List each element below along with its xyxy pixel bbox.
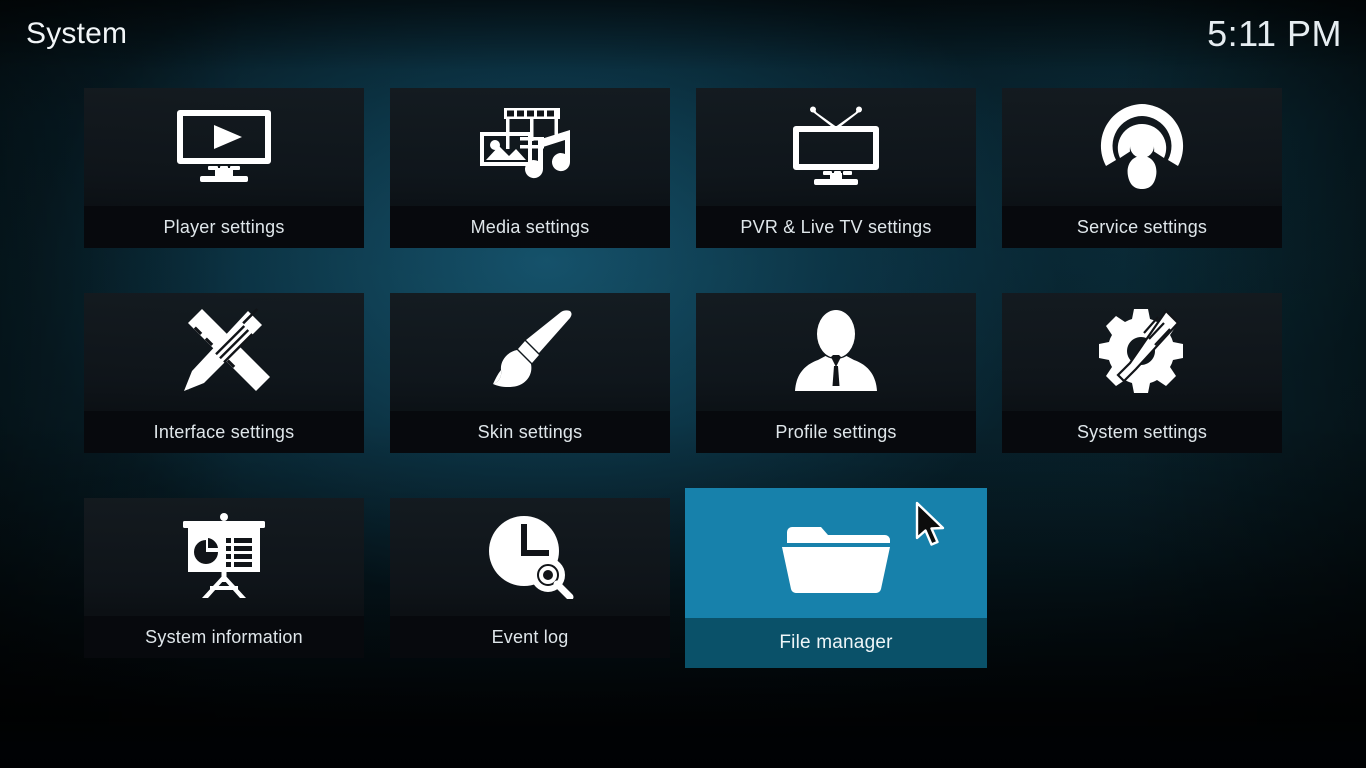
tile-label-wrap: Interface settings [84, 411, 364, 453]
person-bust-icon [696, 293, 976, 411]
tile-interface-settings[interactable]: Interface settings [84, 293, 364, 453]
tile-system-settings[interactable]: System settings [1002, 293, 1282, 453]
presentation-chart-icon [84, 498, 364, 616]
clock-label: 5:11 PM [1207, 13, 1342, 54]
broadcast-person-icon [1002, 88, 1282, 206]
bottom-bar [0, 722, 1366, 768]
tile-label: PVR & Live TV settings [740, 216, 932, 237]
window-header: System 5:11 PM [0, 0, 1366, 68]
tile-pvr-live-tv-settings[interactable]: PVR & Live TV settings [696, 88, 976, 248]
tile-label-wrap: System information [84, 616, 364, 658]
tile-label-wrap: Service settings [1002, 206, 1282, 248]
tile-event-log[interactable]: Event log [390, 498, 670, 658]
settings-tile-grid: Player settings Media settings PVR & Liv… [84, 88, 1286, 668]
tile-skin-settings[interactable]: Skin settings [390, 293, 670, 453]
media-film-photo-music-icon [390, 88, 670, 206]
tile-label: Interface settings [153, 421, 295, 442]
gear-screwdriver-icon [1002, 293, 1282, 411]
tile-label: Skin settings [477, 421, 583, 442]
tile-label: Service settings [1076, 216, 1208, 237]
tile-label-wrap: Skin settings [390, 411, 670, 453]
pencil-ruler-icon [84, 293, 364, 411]
tile-profile-settings[interactable]: Profile settings [696, 293, 976, 453]
tile-label: Player settings [163, 216, 285, 237]
tile-label: Media settings [470, 216, 590, 237]
tile-service-settings[interactable]: Service settings [1002, 88, 1282, 248]
clock-search-icon [390, 498, 670, 616]
tile-label-wrap: Profile settings [696, 411, 976, 453]
tile-label-wrap: File manager [685, 618, 987, 668]
tile-label-wrap: System settings [1002, 411, 1282, 453]
tile-system-information[interactable]: System information [84, 498, 364, 658]
tile-label: Event log [491, 626, 569, 647]
tile-label: File manager [779, 632, 893, 653]
tile-label-wrap: Media settings [390, 206, 670, 248]
tile-label: System information [145, 626, 303, 647]
tile-label: Profile settings [775, 421, 897, 442]
tile-label-wrap: Event log [390, 616, 670, 658]
monitor-play-icon [84, 88, 364, 206]
folder-icon [685, 488, 987, 618]
tile-label-wrap: Player settings [84, 206, 364, 248]
tile-label-wrap: PVR & Live TV settings [696, 206, 976, 248]
tile-media-settings[interactable]: Media settings [390, 88, 670, 248]
page-title: System [26, 17, 128, 50]
paintbrush-icon [390, 293, 670, 411]
tile-player-settings[interactable]: Player settings [84, 88, 364, 248]
tile-label: System settings [1076, 421, 1208, 442]
tv-antenna-icon [696, 88, 976, 206]
tile-file-manager[interactable]: File manager [685, 488, 987, 668]
